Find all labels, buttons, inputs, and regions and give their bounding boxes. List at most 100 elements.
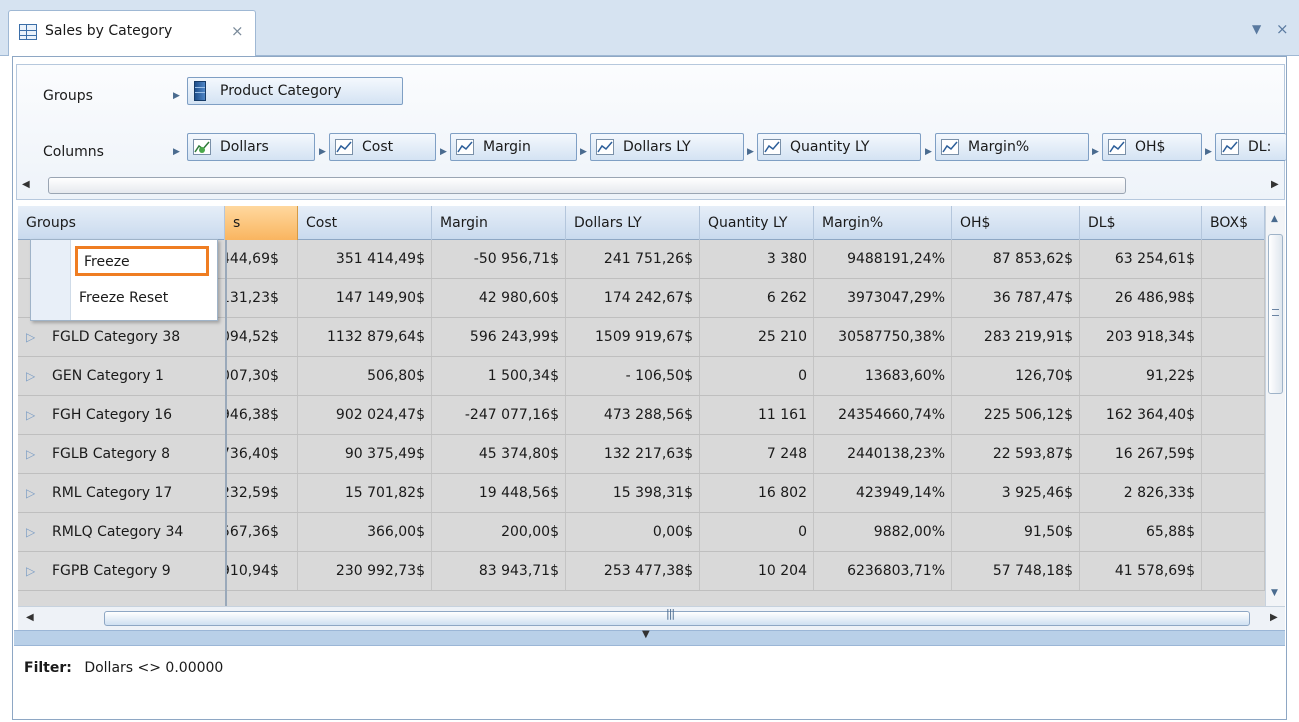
- cell-quantity-ly: 6 262: [700, 279, 814, 317]
- cell-dollars-ly: 253 477,38$: [566, 552, 700, 590]
- header-oh[interactable]: OH$: [952, 206, 1080, 240]
- table-row[interactable]: ▷ FGLD Category 38 094,52$ 1132 879,64$ …: [18, 318, 1265, 357]
- column-chip-dollars-ly[interactable]: Dollars LY: [590, 133, 744, 161]
- table-row[interactable]: ▷ FGLB Category 8 736,40$ 90 375,49$ 45 …: [18, 435, 1265, 474]
- cell-quantity-ly: 0: [700, 513, 814, 551]
- cell-box: [1202, 357, 1265, 395]
- row-group-label: RMLQ Category 34: [52, 524, 184, 540]
- measure-chart-icon: [1221, 139, 1239, 155]
- scroll-left-icon[interactable]: ◀: [26, 612, 34, 623]
- frozen-column-divider[interactable]: [225, 240, 227, 606]
- chip-arrow-icon: ▶: [580, 147, 587, 157]
- cell-cost: 15 701,82$: [298, 474, 432, 512]
- scroll-right-icon[interactable]: ▶: [1271, 179, 1279, 190]
- table-row[interactable]: ▷ FGH Category 16 946,38$ 902 024,47$ -2…: [18, 396, 1265, 435]
- column-chip-margin[interactable]: Margin: [450, 133, 577, 161]
- groups-label: Groups: [43, 88, 93, 104]
- cell-quantity-ly: 11 161: [700, 396, 814, 434]
- column-chip-dollars[interactable]: Dollars: [187, 133, 315, 161]
- cell-dl: 203 918,34$: [1080, 318, 1202, 356]
- chip-arrow-icon: ▶: [1092, 147, 1099, 157]
- scrollbar-thumb[interactable]: [48, 177, 1126, 194]
- collapse-arrow-icon[interactable]: ▼: [642, 629, 650, 640]
- cell-dollars-ly: 132 217,63$: [566, 435, 700, 473]
- scroll-left-icon[interactable]: ◀: [22, 179, 30, 190]
- cell-margin: 19 448,56$: [432, 474, 566, 512]
- cell-box: [1202, 474, 1265, 512]
- menu-item-freeze[interactable]: Freeze: [75, 246, 209, 276]
- cell-dl: 41 578,69$: [1080, 552, 1202, 590]
- cell-dl: 65,88$: [1080, 513, 1202, 551]
- column-chip-margin-pct[interactable]: Margin%: [935, 133, 1089, 161]
- measure-chart-icon: [456, 139, 474, 155]
- header-dollars-ly[interactable]: Dollars LY: [566, 206, 700, 240]
- header-margin-pct[interactable]: Margin%: [814, 206, 952, 240]
- chip-arrow-icon: ▶: [173, 147, 180, 157]
- cell-dollars-ly: 241 751,26$: [566, 240, 700, 278]
- cell-cost: 506,80$: [298, 357, 432, 395]
- cell-cost: 90 375,49$: [298, 435, 432, 473]
- filter-label: Filter:: [24, 660, 72, 676]
- header-quantity-ly[interactable]: Quantity LY: [700, 206, 814, 240]
- scrollbar-thumb[interactable]: [1268, 234, 1283, 394]
- cell-quantity-ly: 25 210: [700, 318, 814, 356]
- cell-box: [1202, 552, 1265, 590]
- window-close-icon[interactable]: ×: [1276, 20, 1289, 38]
- measure-chart-icon: [596, 139, 614, 155]
- row-group-label: GEN Category 1: [52, 368, 164, 384]
- cell-dollars-ly: 174 242,67$: [566, 279, 700, 317]
- group-chip-product-category[interactable]: Product Category: [187, 77, 403, 105]
- cell-margin-pct: 9488191,24%: [814, 240, 952, 278]
- cell-margin: -50 956,71$: [432, 240, 566, 278]
- cell-box: [1202, 279, 1265, 317]
- cell-oh: 126,70$: [952, 357, 1080, 395]
- cell-dollars-ly: 15 398,31$: [566, 474, 700, 512]
- header-margin[interactable]: Margin: [432, 206, 566, 240]
- table-row[interactable]: ▷ FGPB Category 9 910,94$ 230 992,73$ 83…: [18, 552, 1265, 591]
- menu-item-freeze-reset[interactable]: Freeze Reset: [79, 290, 168, 306]
- scroll-down-icon[interactable]: ▼: [1271, 588, 1278, 598]
- cell-box: [1202, 318, 1265, 356]
- header-dollars[interactable]: s: [225, 206, 298, 240]
- cell-dollars: 232,59$: [227, 474, 298, 512]
- grid-horizontal-scrollbar[interactable]: ◀ ||| ▶: [18, 606, 1285, 630]
- panel-horizontal-scrollbar[interactable]: ◀ ▶: [18, 174, 1283, 198]
- cell-margin-pct: 24354660,74%: [814, 396, 952, 434]
- cell-cost: 1132 879,64$: [298, 318, 432, 356]
- measure-chart-icon: [1108, 139, 1126, 155]
- window-menu-icon[interactable]: ▼: [1252, 22, 1261, 36]
- measure-chart-icon: [763, 139, 781, 155]
- cell-box: [1202, 240, 1265, 278]
- cell-margin: 200,00$: [432, 513, 566, 551]
- cell-dl: 16 267,59$: [1080, 435, 1202, 473]
- grid-vertical-scrollbar[interactable]: ▲ ▼: [1265, 206, 1285, 606]
- cell-dollars: 131,23$: [227, 279, 298, 317]
- tab-sales-by-category[interactable]: Sales by Category ×: [8, 10, 256, 56]
- column-chip-quantity-ly[interactable]: Quantity LY: [757, 133, 921, 161]
- cell-dollars: 910,94$: [227, 552, 298, 590]
- scroll-up-icon[interactable]: ▲: [1271, 214, 1278, 224]
- table-row[interactable]: ▷ RMLQ Category 34 567,36$ 366,00$ 200,0…: [18, 513, 1265, 552]
- filter-splitter[interactable]: ▼: [14, 629, 1285, 646]
- column-chip-dl[interactable]: DL:: [1215, 133, 1286, 161]
- tab-close-icon[interactable]: ×: [231, 22, 244, 40]
- filter-bar: Filter: Dollars <> 0.00000: [24, 660, 223, 676]
- cell-dollars-ly: 473 288,56$: [566, 396, 700, 434]
- filter-expression[interactable]: Dollars <> 0.00000: [84, 660, 223, 676]
- column-chip-cost[interactable]: Cost: [329, 133, 436, 161]
- column-chip-oh[interactable]: OH$: [1102, 133, 1202, 161]
- table-row[interactable]: ▷ GEN Category 1 007,30$ 506,80$ 1 500,3…: [18, 357, 1265, 396]
- scroll-right-icon[interactable]: ▶: [1270, 612, 1278, 623]
- scrollbar-thumb[interactable]: [104, 611, 1250, 626]
- cell-quantity-ly: 0: [700, 357, 814, 395]
- measure-chart-icon: [335, 139, 353, 155]
- header-cost[interactable]: Cost: [298, 206, 432, 240]
- header-groups[interactable]: Groups: [18, 206, 225, 240]
- tab-title: Sales by Category: [45, 23, 173, 39]
- table-row[interactable]: ▷ RML Category 17 232,59$ 15 701,82$ 19 …: [18, 474, 1265, 513]
- columns-label: Columns: [43, 144, 104, 160]
- header-dl[interactable]: DL$: [1080, 206, 1202, 240]
- header-box[interactable]: BOX$: [1202, 206, 1265, 240]
- cell-quantity-ly: 3 380: [700, 240, 814, 278]
- groups-expand-arrow-icon[interactable]: ▶: [173, 91, 180, 101]
